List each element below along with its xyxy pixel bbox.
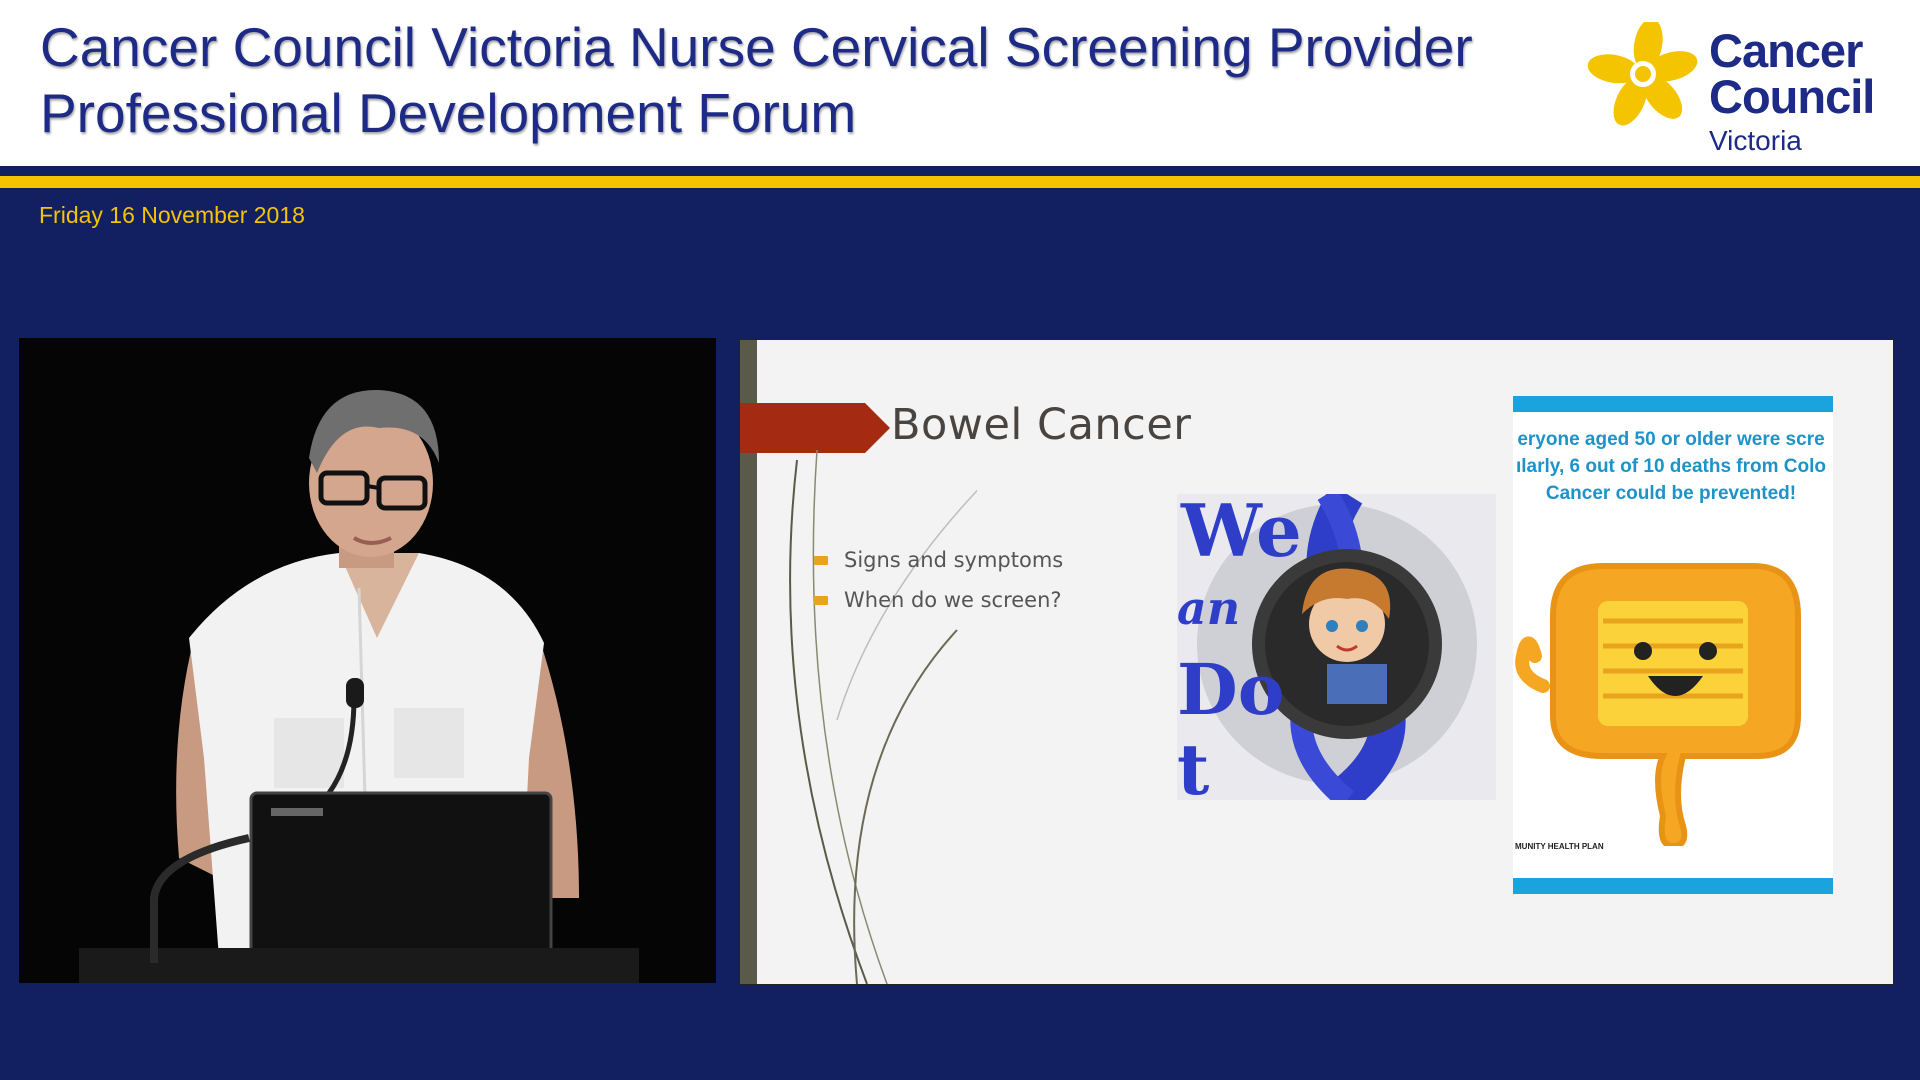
bullet-text: Signs and symptoms <box>844 548 1064 572</box>
logo-line-2: Council <box>1709 70 1875 123</box>
logo-text: Cancer Council Victoria <box>1709 24 1875 160</box>
poster-text: eryone aged 50 or older were scre ılarly… <box>1513 426 1833 507</box>
svg-text:an: an <box>1177 581 1240 635</box>
speaker-video <box>19 338 716 983</box>
svg-text:Do: Do <box>1177 648 1284 731</box>
we-can-do-it-icon: We an Do t <box>1177 494 1496 800</box>
speaker-at-podium-image <box>19 338 716 983</box>
screening-poster: eryone aged 50 or older were scre ılarly… <box>1513 396 1833 894</box>
header-stripe-navy <box>0 166 1920 176</box>
event-date: Friday 16 November 2018 <box>39 202 305 228</box>
header-bar: Cancer Council Victoria Nurse Cervical S… <box>0 0 1920 166</box>
daffodil-icon <box>1587 22 1698 126</box>
svg-text:t: t <box>1177 728 1209 800</box>
poster-bar-bottom <box>1513 878 1833 894</box>
poster-line-1: eryone aged 50 or older were scre <box>1517 429 1825 450</box>
title-line-1: Cancer Council Victoria Nurse Cervical S… <box>40 16 1473 78</box>
presentation-slide: Bowel Cancer Signs and symptoms When do … <box>739 339 1894 985</box>
logo-line-1: Cancer <box>1709 24 1863 77</box>
bullet-item: When do we screen? <box>814 580 1063 620</box>
poster-line-2: ılarly, 6 out of 10 deaths from Colo <box>1515 456 1827 477</box>
header-stripe-gold <box>0 176 1920 188</box>
bullet-list: Signs and symptoms When do we screen? <box>814 540 1063 620</box>
bullet-text: When do we screen? <box>844 588 1062 612</box>
bullet-item: Signs and symptoms <box>814 540 1063 580</box>
title-line-2: Professional Development Forum <box>40 82 857 144</box>
poster-footer: MUNITY HEALTH PLAN <box>1515 842 1604 851</box>
smiling-colon-icon <box>1515 563 1801 846</box>
bullet-arrow-icon <box>814 555 828 565</box>
cancer-council-logo: Cancer Council Victoria <box>1585 18 1895 158</box>
decorative-swoosh <box>789 449 977 984</box>
page-title: Cancer Council Victoria Nurse Cervical S… <box>40 14 1540 146</box>
svg-text:We: We <box>1180 494 1302 573</box>
bullet-arrow-icon <box>814 595 828 605</box>
poster-line-3: Cancer could be prevented! <box>1545 483 1797 504</box>
logo-line-3: Victoria <box>1709 125 1802 156</box>
poster-bar-top <box>1513 396 1833 412</box>
